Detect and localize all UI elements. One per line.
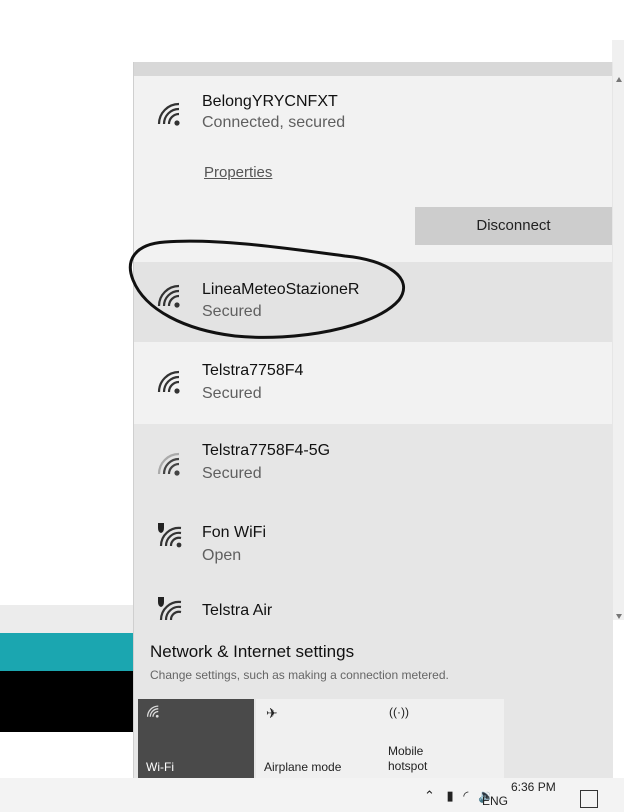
network-item[interactable]: Telstra7758F4 Secured [134, 342, 612, 424]
network-name: Fon WiFi [202, 524, 266, 541]
network-name: BelongYRYCNFXT [202, 93, 338, 110]
background-app-black-area [0, 671, 135, 732]
wifi-signal-icon [157, 370, 180, 394]
background-app-panel [0, 605, 135, 633]
wifi-signal-icon [157, 452, 180, 476]
network-item[interactable]: Telstra7758F4-5G Secured [134, 424, 612, 504]
tile-label: Mobile hotspot [388, 744, 428, 773]
network-list-scrollbar[interactable] [616, 76, 622, 621]
wifi-toggle-tile[interactable]: Wi-Fi [138, 699, 254, 778]
network-name: Telstra7758F4-5G [202, 442, 331, 459]
mobile-hotspot-tile[interactable]: ((·)) Mobile hotspot [380, 699, 504, 778]
network-name: Telstra Air [202, 602, 273, 619]
airplane-mode-tile[interactable]: ✈ Airplane mode [256, 699, 380, 778]
tile-label: Airplane mode [264, 760, 342, 774]
network-status: Open [202, 547, 242, 564]
wifi-signal-icon [157, 102, 180, 126]
clock-time[interactable]: 6:36 PM [511, 780, 556, 794]
battery-icon[interactable]: ▮ [447, 788, 454, 803]
network-tray-icon[interactable]: ◜ [463, 788, 468, 803]
network-status: Secured [202, 385, 262, 402]
open-network-shield-wifi-icon [158, 523, 182, 548]
show-hidden-icons-chevron-icon[interactable]: ⌃ [424, 788, 435, 803]
open-network-shield-wifi-icon [158, 597, 182, 621]
network-status: Connected, secured [202, 114, 346, 131]
flyout-top-strip [134, 62, 612, 76]
network-settings-link[interactable]: Network & Internet settings [150, 642, 354, 662]
wifi-icon [146, 705, 159, 718]
properties-link[interactable]: Properties [204, 164, 272, 181]
action-center-icon[interactable] [580, 790, 598, 808]
network-name: Telstra7758F4 [202, 362, 304, 379]
network-item[interactable]: Fon WiFi Open [134, 504, 612, 584]
scrollbar-arrows [616, 77, 622, 619]
disconnect-button[interactable]: Disconnect [415, 207, 612, 245]
tile-label: Wi-Fi [146, 760, 174, 774]
network-status: Secured [202, 465, 262, 482]
language-indicator[interactable]: ENG [482, 794, 508, 808]
network-settings-description: Change settings, such as making a connec… [150, 668, 449, 682]
network-item[interactable]: Telstra Air [134, 584, 612, 624]
background-app-teal-bar [0, 633, 135, 671]
hotspot-icon: ((·)) [389, 705, 409, 719]
hand-drawn-circle-annotation [128, 239, 406, 339]
airplane-icon: ✈ [266, 705, 278, 721]
